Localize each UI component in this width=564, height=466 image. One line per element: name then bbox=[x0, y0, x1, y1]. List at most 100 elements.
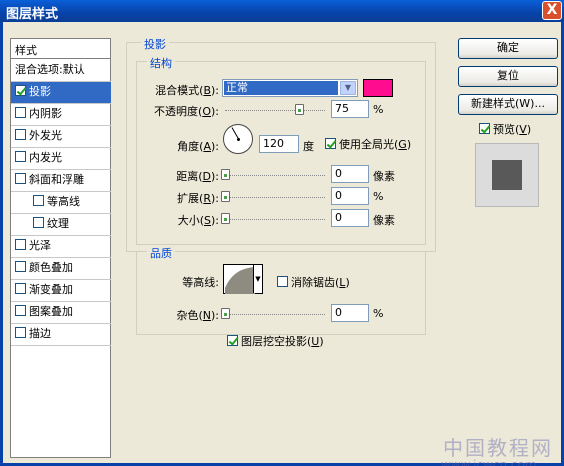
preview-checkbox[interactable] bbox=[479, 123, 490, 134]
style-checkbox[interactable] bbox=[15, 239, 26, 250]
style-list-item[interactable]: 等高线 bbox=[11, 192, 111, 214]
angle-dial-center bbox=[237, 138, 240, 141]
size-label: 大小(S): bbox=[177, 214, 219, 227]
style-list-item-label: 光泽 bbox=[29, 239, 51, 252]
blend-mode-value: 正常 bbox=[224, 81, 338, 95]
style-checkbox[interactable] bbox=[15, 107, 26, 118]
preview-toggle[interactable]: 预览(V) bbox=[479, 121, 531, 137]
style-list-item-label: 纹理 bbox=[47, 217, 69, 230]
contour-dropdown-icon[interactable]: ▼ bbox=[253, 265, 262, 293]
style-list-item-label: 颜色叠加 bbox=[29, 261, 73, 274]
shadow-color-swatch[interactable] bbox=[363, 79, 393, 97]
style-checkbox[interactable] bbox=[15, 151, 26, 162]
style-list-item[interactable]: 图案叠加 bbox=[11, 302, 111, 324]
preview-thumbnail bbox=[475, 143, 539, 207]
chevron-down-icon: ▼ bbox=[340, 81, 356, 95]
style-list-item[interactable]: 颜色叠加 bbox=[11, 258, 111, 280]
style-list-item[interactable]: 纹理 bbox=[11, 214, 111, 236]
preview-shape bbox=[492, 160, 522, 190]
knockout-toggle[interactable]: 图层挖空投影(U) bbox=[227, 333, 324, 349]
style-checkbox[interactable] bbox=[15, 305, 26, 316]
style-list-item[interactable]: 混合选项:默认 bbox=[11, 60, 111, 82]
style-list-item[interactable]: 描边 bbox=[11, 324, 111, 346]
style-checkbox[interactable] bbox=[15, 173, 26, 184]
style-list-item-label: 图案叠加 bbox=[29, 305, 73, 318]
structure-title: 结构 bbox=[147, 55, 175, 71]
size-slider-thumb[interactable] bbox=[221, 213, 230, 224]
quality-title: 品质 bbox=[147, 245, 175, 261]
spread-input[interactable]: 0 bbox=[331, 187, 369, 205]
opacity-slider-track[interactable] bbox=[225, 110, 325, 111]
style-list-item-label: 投影 bbox=[29, 85, 51, 98]
watermark-url: www.jcwcn.com bbox=[441, 458, 537, 466]
anti-alias-toggle[interactable]: 消除锯齿(L) bbox=[277, 274, 350, 290]
size-slider-track[interactable] bbox=[225, 219, 325, 220]
reset-button[interactable]: 复位 bbox=[458, 66, 558, 87]
noise-input[interactable]: 0 bbox=[331, 304, 369, 322]
style-checkbox[interactable] bbox=[15, 85, 26, 96]
distance-unit: 像素 bbox=[373, 170, 395, 183]
window-title: 图层样式 bbox=[6, 7, 59, 22]
anti-alias-checkbox[interactable] bbox=[277, 276, 288, 287]
distance-slider-thumb[interactable] bbox=[221, 169, 230, 180]
style-list-item[interactable]: 外发光 bbox=[11, 126, 111, 148]
watermark-title: 中国教程网 bbox=[443, 436, 553, 460]
contour-curve-icon bbox=[225, 267, 255, 294]
ok-button[interactable]: 确定 bbox=[458, 38, 558, 59]
opacity-label: 不透明度(O): bbox=[154, 105, 219, 118]
style-checkbox[interactable] bbox=[15, 327, 26, 338]
distance-label: 距离(D): bbox=[176, 170, 219, 183]
spread-slider-track[interactable] bbox=[225, 197, 325, 198]
style-list: 样式 混合选项:默认投影内阴影外发光内发光斜面和浮雕等高线纹理光泽颜色叠加渐变叠… bbox=[10, 38, 111, 458]
style-list-item-label: 等高线 bbox=[47, 195, 80, 208]
close-button[interactable]: X bbox=[542, 1, 562, 20]
style-checkbox[interactable] bbox=[15, 129, 26, 140]
style-list-item-label: 斜面和浮雕 bbox=[29, 173, 84, 186]
style-list-item[interactable]: 内阴影 bbox=[11, 104, 111, 126]
style-checkbox[interactable] bbox=[33, 195, 44, 206]
angle-label: 角度(A): bbox=[177, 140, 219, 153]
style-list-item-label: 描边 bbox=[29, 327, 51, 340]
watermark: 中国教程网 www.jcwcn.com bbox=[433, 432, 563, 466]
drop-shadow-title: 投影 bbox=[141, 36, 169, 52]
style-list-item-label: 内阴影 bbox=[29, 107, 62, 120]
style-list-item-label: 内发光 bbox=[29, 151, 62, 164]
style-checkbox[interactable] bbox=[33, 217, 44, 228]
contour-picker[interactable]: ▼ bbox=[223, 264, 263, 294]
opacity-slider-thumb[interactable] bbox=[295, 104, 304, 115]
style-list-header: 样式 bbox=[11, 39, 110, 59]
distance-input[interactable]: 0 bbox=[331, 165, 369, 183]
knockout-checkbox[interactable] bbox=[227, 335, 238, 346]
style-list-item[interactable]: 斜面和浮雕 bbox=[11, 170, 111, 192]
use-global-light-checkbox[interactable] bbox=[325, 138, 336, 149]
spread-label: 扩展(R): bbox=[177, 192, 219, 205]
style-list-item[interactable]: 内发光 bbox=[11, 148, 111, 170]
noise-unit: % bbox=[373, 307, 384, 320]
style-list-item[interactable]: 光泽 bbox=[11, 236, 111, 258]
blend-mode-select[interactable]: 正常 ▼ bbox=[222, 79, 358, 97]
new-style-button[interactable]: 新建样式(W)... bbox=[458, 94, 558, 115]
style-list-item-label: 混合选项:默认 bbox=[15, 63, 85, 76]
noise-slider-track[interactable] bbox=[225, 314, 325, 315]
size-unit: 像素 bbox=[373, 214, 395, 227]
style-list-item[interactable]: 投影 bbox=[11, 82, 111, 104]
angle-input[interactable]: 120 bbox=[259, 135, 299, 153]
style-list-item[interactable]: 渐变叠加 bbox=[11, 280, 111, 302]
title-bar: 图层样式 X bbox=[0, 0, 564, 22]
angle-unit: 度 bbox=[303, 140, 314, 153]
noise-slider-thumb[interactable] bbox=[221, 308, 230, 319]
use-global-light-toggle[interactable]: 使用全局光(G) bbox=[325, 136, 411, 152]
spread-slider-thumb[interactable] bbox=[221, 191, 230, 202]
noise-label: 杂色(N): bbox=[176, 309, 219, 322]
style-list-item-label: 外发光 bbox=[29, 129, 62, 142]
distance-slider-track[interactable] bbox=[225, 175, 325, 176]
style-list-item-label: 渐变叠加 bbox=[29, 283, 73, 296]
size-input[interactable]: 0 bbox=[331, 209, 369, 227]
angle-dial[interactable] bbox=[223, 124, 253, 154]
opacity-unit: % bbox=[373, 103, 384, 116]
blend-mode-label: 混合模式(B): bbox=[155, 84, 219, 97]
contour-label: 等高线: bbox=[182, 276, 219, 289]
style-checkbox[interactable] bbox=[15, 283, 26, 294]
style-checkbox[interactable] bbox=[15, 261, 26, 272]
opacity-input[interactable]: 75 bbox=[331, 100, 369, 118]
